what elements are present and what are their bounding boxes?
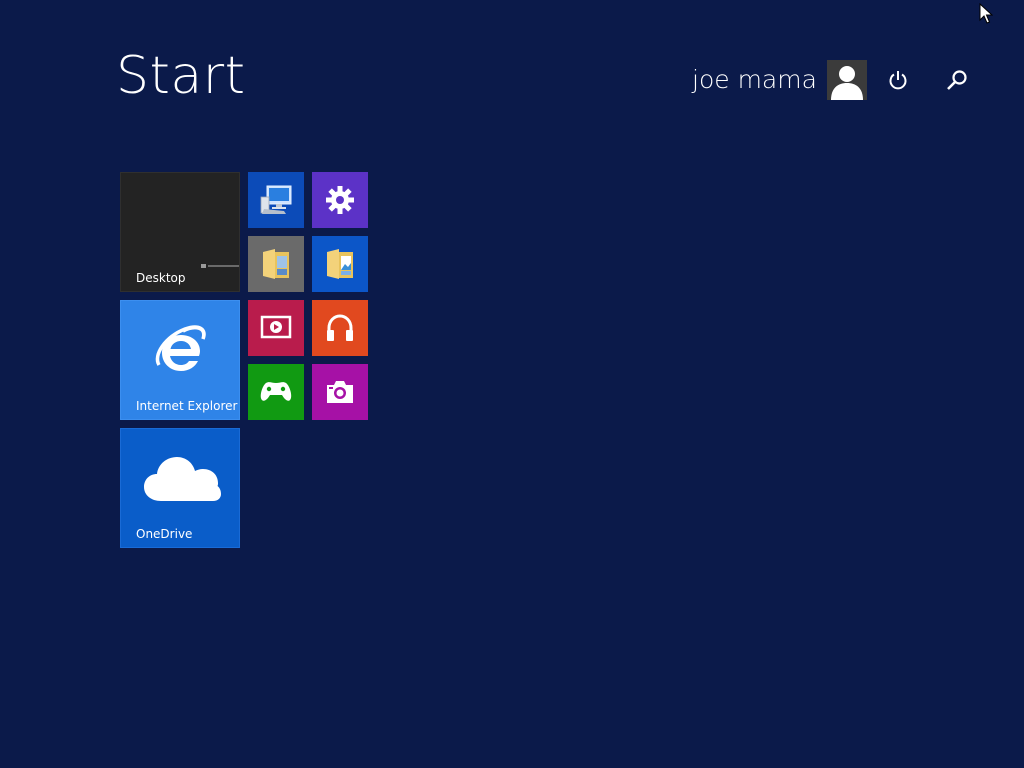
user-name: joe mama [692,65,817,94]
gear-icon [326,186,354,214]
internet-explorer-tile-label: Internet Explorer [136,399,238,413]
internet-explorer-tile[interactable]: Internet Explorer [120,300,240,420]
file-explorer-tile[interactable] [248,236,304,292]
onedrive-tile[interactable]: OneDrive [120,428,240,548]
camera-tile[interactable] [312,364,368,420]
desktop-tile-label: Desktop [136,271,186,285]
folder-icon [263,249,289,279]
video-icon [260,315,292,339]
headphones-icon [327,314,353,341]
onedrive-tile-label: OneDrive [136,527,193,541]
search-button[interactable] [943,66,971,94]
computer-icon [260,185,292,214]
camera-icon [327,381,353,403]
music-tile[interactable] [312,300,368,356]
desktop-taskbar-preview-icon [201,264,239,268]
pc-settings-tile[interactable] [312,172,368,228]
user-avatar-icon [826,60,867,100]
power-icon [889,71,907,90]
photos-folder-icon [327,249,353,279]
page-title: Start [116,46,246,106]
power-button[interactable] [884,66,912,94]
cloud-icon [144,457,221,501]
this-pc-tile[interactable] [248,172,304,228]
search-icon [947,70,967,90]
desktop-tile[interactable]: Desktop [120,172,240,292]
internet-explorer-icon [155,325,206,371]
photos-tile[interactable] [312,236,368,292]
controller-icon [260,382,292,401]
start-screen: Start joe mama Desktop Internet Explorer… [0,0,1024,768]
mouse-pointer-icon [979,3,993,24]
user-account-button[interactable]: joe mama [692,60,867,100]
games-tile[interactable] [248,364,304,420]
video-tile[interactable] [248,300,304,356]
